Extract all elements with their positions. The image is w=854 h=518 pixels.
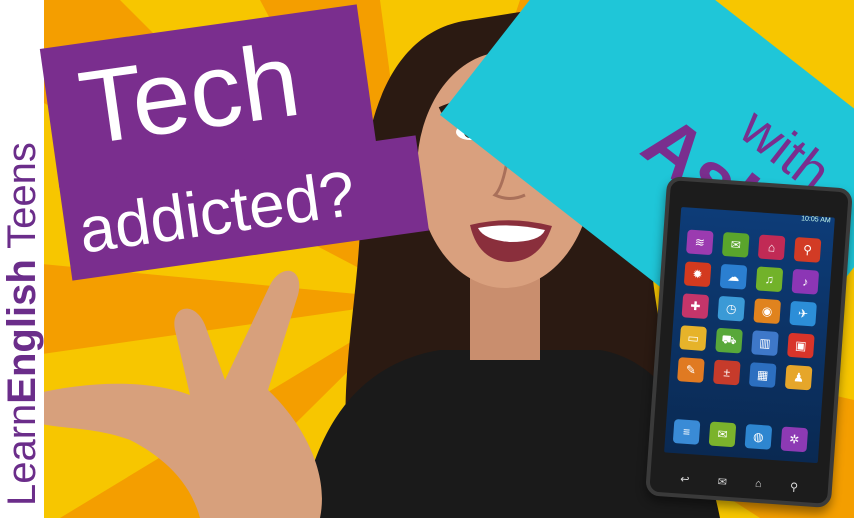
- mic-icon: ♪: [791, 268, 820, 295]
- search-icon: ⚲: [793, 236, 822, 263]
- brand-part-teens: Teens: [0, 142, 44, 260]
- brand-part-learn: Learn: [0, 403, 44, 506]
- title-line1: Tech: [72, 21, 307, 168]
- gamepad-icon: ✚: [681, 293, 710, 320]
- mail-icon: ✉: [708, 421, 737, 448]
- mail-hw-icon: ✉: [717, 476, 728, 489]
- tablet-screen: 10:05 AM ≋ ✉ ⌂ ⚲ ✹ ☁ ♫ ♪ ✚ ◷ ◉ ✈ ▭ ⛟ ▥ ▣ ✎ ± ▦ ♟ ≡ ✉ ◍ ✲: [664, 206, 835, 464]
- thumbnail: LearnEnglish Teens Tech addicted? with A…: [0, 0, 854, 518]
- app-grid: ≋ ✉ ⌂ ⚲ ✹ ☁ ♫ ♪ ✚ ◷ ◉ ✈ ▭ ⛟ ▥ ▣ ✎ ± ▦ ♟: [677, 229, 825, 391]
- settings-icon: ✹: [683, 261, 712, 288]
- film-icon: ▣: [787, 332, 815, 359]
- globe-icon: ◍: [744, 424, 773, 450]
- folder-icon: ▭: [679, 325, 707, 351]
- home-hw-icon: ⌂: [754, 477, 763, 491]
- app-dock: ≡ ✉ ◍ ✲: [672, 418, 812, 453]
- brand-part-english: English: [0, 259, 44, 404]
- headphones-icon: ♫: [755, 266, 784, 293]
- home-icon: ⌂: [757, 234, 786, 261]
- tablet-hardware-buttons: ↩ ✉ ⌂ ⚲: [680, 473, 799, 494]
- pin-icon: ✎: [677, 357, 705, 383]
- camera-icon: ◉: [753, 298, 781, 325]
- video-icon: ▦: [748, 362, 777, 388]
- wifi-icon: ≋: [686, 229, 714, 256]
- plane-icon: ✈: [789, 300, 817, 327]
- clock-icon: ◷: [717, 295, 746, 322]
- document-icon: ≡: [672, 418, 701, 445]
- gear-icon: ✲: [780, 426, 809, 453]
- brand-logo: LearnEnglish Teens: [0, 142, 44, 506]
- cloud-icon: ☁: [719, 263, 748, 290]
- cart-icon: ⛟: [715, 327, 743, 354]
- user-icon: ♟: [784, 364, 813, 391]
- chat-icon: ✉: [721, 231, 750, 258]
- tablet-status-time: 10:05 AM: [800, 215, 831, 225]
- chart-icon: ▥: [751, 330, 779, 356]
- back-icon: ↩: [679, 473, 690, 487]
- calculator-icon: ±: [713, 359, 741, 386]
- tablet-device: 10:05 AM ≋ ✉ ⌂ ⚲ ✹ ☁ ♫ ♪ ✚ ◷ ◉ ✈ ▭ ⛟ ▥ ▣ ✎ ± ▦ ♟ ≡ ✉ ◍ ✲ ↩ ✉ ⌂…: [645, 175, 853, 509]
- search-hw-icon: ⚲: [789, 481, 799, 494]
